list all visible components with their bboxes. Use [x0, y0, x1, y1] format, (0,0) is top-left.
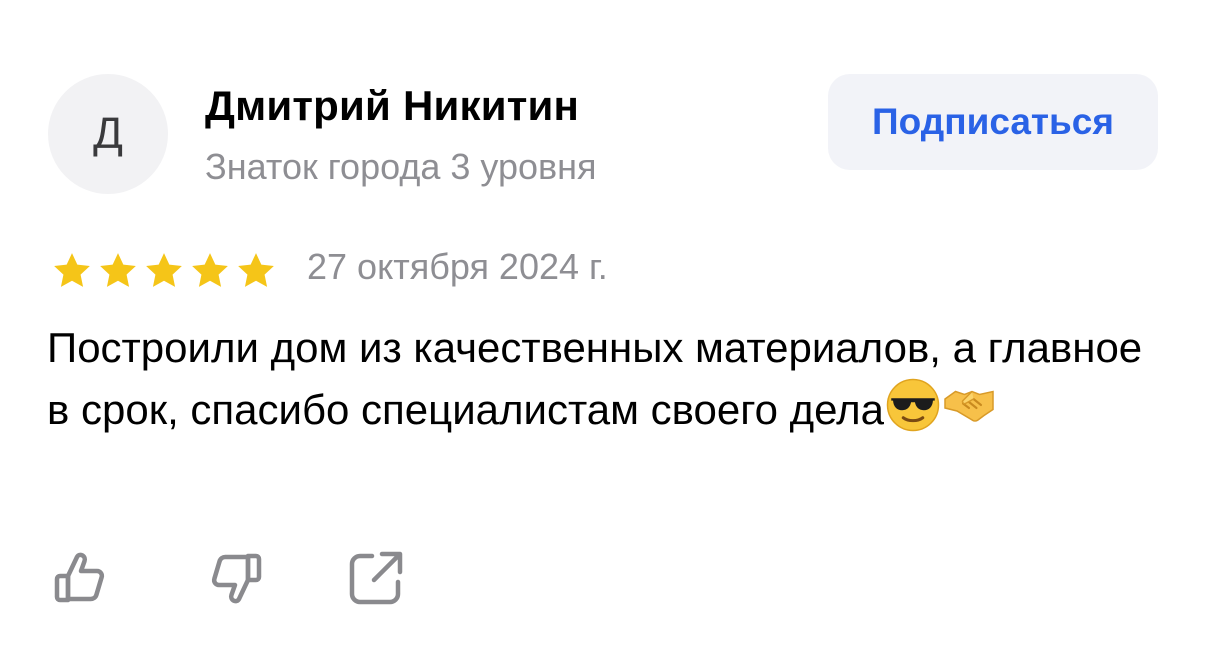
avatar[interactable]: Д [48, 74, 168, 194]
star-icon [238, 253, 274, 287]
star-icon [192, 253, 228, 287]
review-date: 27 октября 2024 г. [307, 246, 608, 287]
share-icon[interactable] [344, 546, 408, 610]
star-icon [146, 253, 182, 287]
avatar-letter: Д [93, 109, 123, 158]
review-text: Построили дом из качественных материалов… [47, 318, 1147, 440]
star-icon [100, 253, 136, 287]
author-name[interactable]: Дмитрий Никитин [205, 82, 579, 130]
handshake-emoji-icon [944, 390, 994, 422]
thumbs-up-icon[interactable] [52, 546, 116, 610]
star-rating [50, 250, 278, 292]
subscribe-button[interactable]: Подписаться [828, 74, 1158, 170]
star-icon [54, 253, 90, 287]
sunglasses-emoji-icon [886, 378, 940, 432]
thumbs-down-icon[interactable] [200, 546, 264, 610]
author-level: Знаток города 3 уровня [205, 146, 597, 187]
